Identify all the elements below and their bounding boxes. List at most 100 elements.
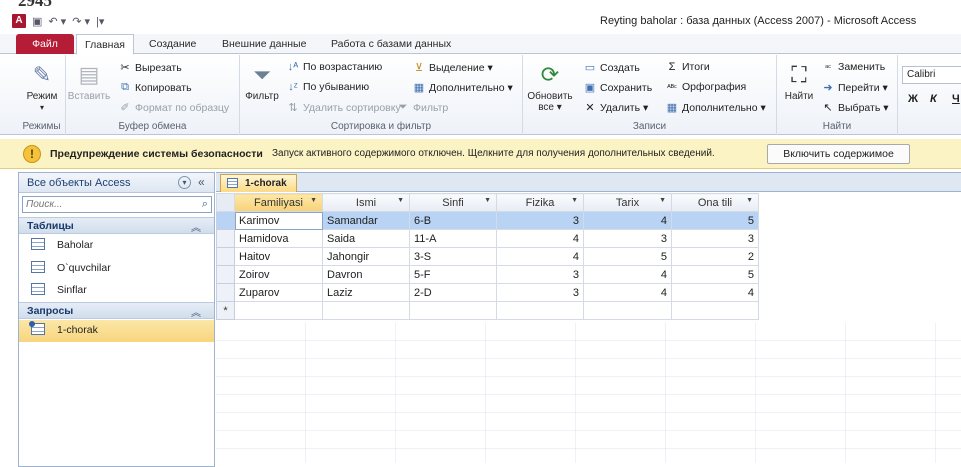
selection-filter-button[interactable]: ⊻ Выделение ▾ [412, 61, 493, 75]
sort-descending-button[interactable]: ↓ᶻ По убыванию [286, 81, 369, 93]
table-row[interactable]: Zoirov Davron 5-F 3 4 5 [216, 265, 759, 284]
table-cell[interactable]: Laziz [322, 283, 410, 302]
filter-button[interactable]: ⏷ Фильтр [242, 61, 282, 102]
save-icon[interactable]: ▣ [32, 15, 42, 28]
new-record-button[interactable]: ▭ Создать [583, 61, 640, 75]
table-cell[interactable]: 4 [671, 283, 759, 302]
table-cell[interactable]: 4 [496, 229, 584, 248]
column-dropdown-icon[interactable]: ▼ [746, 197, 753, 204]
customize-qat-icon[interactable]: |▾ [96, 15, 104, 28]
nav-title[interactable]: Все объекты Access [27, 177, 130, 189]
refresh-all-button[interactable]: ⟳ Обновить все ▾ [527, 61, 573, 113]
table-cell[interactable] [583, 301, 672, 320]
record-selector[interactable] [216, 283, 235, 302]
column-header-ismi[interactable]: Ismi ▼ [322, 193, 410, 212]
new-record-row[interactable]: * [216, 301, 759, 320]
table-cell[interactable]: Zuparov [234, 283, 323, 302]
paste-button[interactable]: ▤ Вставить [66, 61, 112, 102]
font-name-field[interactable]: Calibri [902, 66, 961, 84]
table-cell[interactable]: 5 [671, 211, 759, 230]
table-cell[interactable] [322, 301, 410, 320]
bold-button[interactable]: Ж [908, 93, 918, 105]
tab-file[interactable]: Файл [16, 34, 74, 54]
table-cell[interactable]: Zoirov [234, 265, 323, 284]
table-cell[interactable]: 5 [583, 247, 672, 266]
table-cell[interactable]: 4 [496, 247, 584, 266]
view-button[interactable]: ✎ Режим ▾ [20, 61, 64, 113]
collapse-pane-icon[interactable]: « [198, 175, 205, 189]
table-cell[interactable]: 4 [583, 283, 672, 302]
nav-section-tables[interactable]: Таблицы ︽ [19, 217, 214, 234]
table-cell[interactable]: 4 [583, 265, 672, 284]
goto-button[interactable]: ➜ Перейти ▾ [821, 81, 887, 95]
table-cell[interactable]: Hamidova [234, 229, 323, 248]
undo-icon[interactable]: ↶ ▾ [48, 15, 66, 28]
nav-item-baholar[interactable]: Baholar [19, 235, 214, 255]
table-cell[interactable]: 5 [671, 265, 759, 284]
column-dropdown-icon[interactable]: ▼ [397, 197, 404, 204]
nav-item-oquvchilar[interactable]: O`quvchilar [19, 258, 214, 278]
underline-button[interactable]: Ч [952, 93, 960, 105]
column-header-ona-tili[interactable]: Ona tili ▼ [671, 193, 759, 212]
save-record-button[interactable]: ▣ Сохранить [583, 81, 652, 95]
table-cell[interactable]: 3 [496, 211, 584, 230]
column-header-sinfi[interactable]: Sinfi ▼ [409, 193, 497, 212]
advanced-filter-button[interactable]: ▦ Дополнительно ▾ [412, 81, 513, 95]
table-cell[interactable]: 3 [671, 229, 759, 248]
table-cell[interactable]: 3-S [409, 247, 497, 266]
nav-item-sinflar[interactable]: Sinflar [19, 280, 214, 300]
nav-search-input[interactable] [23, 197, 193, 212]
table-cell[interactable]: Samandar [322, 211, 410, 230]
record-selector[interactable] [216, 247, 235, 266]
nav-section-queries[interactable]: Запросы ︽ [19, 302, 214, 319]
tab-create[interactable]: Создание [141, 34, 204, 54]
table-cell[interactable] [409, 301, 497, 320]
toggle-filter-button[interactable]: ⏷ Фильтр [396, 101, 449, 114]
table-cell[interactable]: 2 [671, 247, 759, 266]
table-cell[interactable]: 2-D [409, 283, 497, 302]
record-selector[interactable] [216, 229, 235, 248]
table-cell[interactable]: 6-B [409, 211, 497, 230]
table-cell[interactable]: 11-A [409, 229, 497, 248]
new-record-marker[interactable]: * [216, 301, 235, 320]
sort-ascending-button[interactable]: ↓ᴬ По возрастанию [286, 61, 383, 73]
select-all-corner[interactable] [216, 193, 235, 212]
column-dropdown-icon[interactable]: ▼ [571, 197, 578, 204]
table-cell[interactable] [234, 301, 323, 320]
table-cell[interactable]: 3 [583, 229, 672, 248]
column-header-tarix[interactable]: Tarix ▼ [583, 193, 672, 212]
find-button[interactable]: ⛶ Найти [781, 61, 817, 102]
table-cell[interactable]: 5-F [409, 265, 497, 284]
access-app-icon[interactable]: A [12, 14, 26, 28]
table-cell[interactable] [496, 301, 584, 320]
table-row[interactable]: Hamidova Saida 11-A 4 3 3 [216, 229, 759, 248]
security-warning-message[interactable]: Запуск активного содержимого отключен. Щ… [272, 148, 715, 159]
table-cell[interactable]: 3 [496, 265, 584, 284]
tab-external-data[interactable]: Внешние данные [214, 34, 314, 54]
column-dropdown-icon[interactable]: ▼ [310, 197, 317, 204]
table-cell[interactable]: 3 [496, 283, 584, 302]
delete-record-button[interactable]: ✕ Удалить ▾ [583, 101, 648, 115]
table-cell[interactable]: Haitov [234, 247, 323, 266]
column-header-fizika[interactable]: Fizika ▼ [496, 193, 584, 212]
table-cell[interactable]: 4 [583, 211, 672, 230]
table-cell[interactable]: Jahongir [322, 247, 410, 266]
table-row[interactable]: Zuparov Laziz 2-D 3 4 4 [216, 283, 759, 302]
table-row[interactable]: Haitov Jahongir 3-S 4 5 2 [216, 247, 759, 266]
column-dropdown-icon[interactable]: ▼ [659, 197, 666, 204]
table-cell[interactable] [671, 301, 759, 320]
record-selector[interactable] [216, 265, 235, 284]
cut-button[interactable]: ✂ Вырезать [118, 61, 181, 75]
nav-item-1-chorak[interactable]: 1-chorak [19, 320, 214, 342]
more-records-button[interactable]: ▦ Дополнительно ▾ [665, 101, 766, 115]
search-icon[interactable]: ⌕ [202, 198, 208, 211]
column-header-familiyasi[interactable]: Familiyasi ▼ [234, 193, 323, 212]
totals-button[interactable]: Σ Итоги [665, 61, 710, 73]
chevron-down-icon[interactable]: ▾ [178, 176, 191, 189]
column-dropdown-icon[interactable]: ▼ [484, 197, 491, 204]
italic-button[interactable]: К [930, 93, 937, 105]
table-cell[interactable]: Saida [322, 229, 410, 248]
enable-content-button[interactable]: Включить содержимое [767, 144, 910, 164]
spelling-button[interactable]: ᴬᴮᶜ Орфография [665, 81, 746, 93]
redo-icon[interactable]: ↷ ▾ [72, 15, 90, 28]
